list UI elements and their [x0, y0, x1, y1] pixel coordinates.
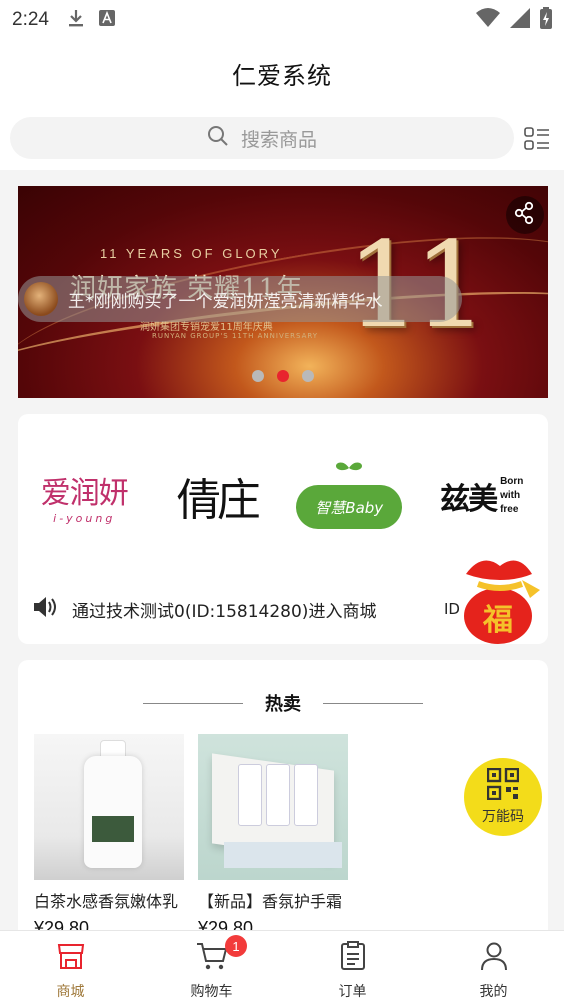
tab-label: 我的 — [479, 984, 508, 1000]
ticker-text: 王*刚刚购买了一个爱润妍滢亮清新精华水 — [68, 291, 383, 312]
brand-logo-text: 兹美 — [440, 482, 498, 517]
status-bar: 2:24 — [0, 0, 564, 40]
product-image-detail — [224, 842, 342, 868]
product-image-detail — [84, 756, 142, 868]
brand-tagline: Born — [500, 476, 524, 487]
app-header: 仁爱系统 — [0, 40, 564, 106]
cart-badge: 1 — [225, 935, 247, 957]
banner-subtitle-en: RUNYAN GROUP'S 11TH ANNIVERSARY — [152, 332, 319, 340]
tab-label: 购物车 — [190, 984, 233, 1000]
brand-logo-subtext: Born with free — [500, 475, 523, 517]
share-button[interactable] — [506, 196, 544, 234]
wifi-icon — [476, 8, 500, 32]
banner-pagination — [252, 370, 314, 382]
brand-tagline: with — [500, 490, 521, 501]
product-image-detail — [238, 764, 262, 826]
product-image-detail — [266, 764, 290, 826]
avatar — [24, 282, 58, 316]
page-title: 仁爱系统 — [232, 61, 332, 90]
universal-code-button[interactable]: 万能码 — [464, 758, 542, 836]
cart-icon — [196, 941, 228, 975]
text-a-icon — [98, 10, 115, 30]
category-list-icon — [524, 127, 550, 156]
product-name[interactable]: 【新品】香氛护手霜 — [198, 888, 354, 912]
brand-logo-text: 智慧Baby — [296, 485, 403, 529]
lucky-bag-button[interactable]: 福 — [452, 550, 548, 646]
universal-code-label: 万能码 — [482, 809, 524, 825]
signal-icon — [510, 8, 530, 32]
search-placeholder[interactable]: 搜索商品 — [241, 125, 317, 152]
product-image[interactable] — [198, 734, 348, 880]
status-time: 2:24 — [12, 9, 49, 30]
banner-dot[interactable] — [302, 370, 314, 382]
product-image-detail — [92, 816, 134, 842]
download-icon — [67, 8, 85, 32]
brand-zimei[interactable]: 兹美 Born with free — [427, 456, 537, 536]
brand-qianzhuang[interactable]: 倩庄 — [162, 456, 272, 536]
brand-aiyoung[interactable]: 爱润妍 i-young — [29, 456, 139, 536]
tab-shop[interactable]: 商城 — [0, 931, 141, 1004]
banner-glory-text: 11 YEARS OF GLORY — [100, 246, 283, 261]
tab-label: 订单 — [338, 984, 367, 1000]
tab-orders[interactable]: 订单 — [282, 931, 423, 1004]
purchase-ticker: 王*刚刚购买了一个爱润妍滢亮清新精华水 — [18, 276, 462, 322]
product-name[interactable]: 白茶水感香氛嫩体乳 — [34, 888, 190, 912]
sprout-icon — [336, 462, 363, 478]
product-card[interactable]: 【新品】香氛护手霜 ¥29.80 — [198, 734, 350, 939]
tab-cart[interactable]: 1 购物车 — [141, 931, 282, 1004]
product-image[interactable] — [34, 734, 184, 880]
share-icon — [513, 201, 537, 229]
brand-tagline: free — [500, 504, 519, 515]
category-button[interactable] — [524, 126, 550, 152]
bottom-tab-bar: 商城 1 购物车 订单 我的 — [0, 930, 564, 1004]
order-icon — [338, 941, 368, 975]
section-title-text: 热卖 — [265, 694, 301, 715]
banner-dot-active[interactable] — [277, 370, 289, 382]
brand-zhihui-baby[interactable]: 智慧Baby — [294, 456, 404, 536]
brand-logo-text: 爱润妍 — [40, 475, 129, 511]
brand-list: 爱润妍 i-young 倩庄 智慧Baby 兹美 Born with free — [18, 454, 548, 538]
search-bar[interactable]: 搜索商品 — [10, 117, 514, 159]
product-card[interactable]: 白茶水感香氛嫩体乳 ¥29.80 — [34, 734, 186, 939]
tab-mine[interactable]: 我的 — [423, 931, 564, 1004]
speaker-icon — [32, 596, 58, 622]
tab-label: 商城 — [56, 984, 85, 1000]
search-icon — [207, 125, 229, 151]
user-icon — [479, 941, 509, 975]
banner-dot[interactable] — [252, 370, 264, 382]
search-row: 搜索商品 — [0, 106, 564, 170]
product-image-detail — [294, 764, 318, 826]
notice-text: 通过技术测试0(ID:15814280)进入商城 — [72, 601, 377, 622]
brand-logo-subtext: i-young — [53, 511, 116, 525]
svg-text:福: 福 — [482, 603, 513, 638]
battery-charging-icon — [540, 7, 552, 33]
title-divider — [323, 702, 423, 704]
qr-code-icon — [486, 767, 520, 804]
lucky-bag-icon: 福 — [464, 560, 540, 644]
shop-icon — [56, 941, 86, 975]
brand-logo-text: 倩庄 — [176, 475, 261, 526]
title-divider — [143, 702, 243, 704]
notice-bar: 通过技术测试0(ID:15814280)进入商城 — [32, 596, 376, 622]
section-title: 热卖 — [18, 690, 548, 716]
